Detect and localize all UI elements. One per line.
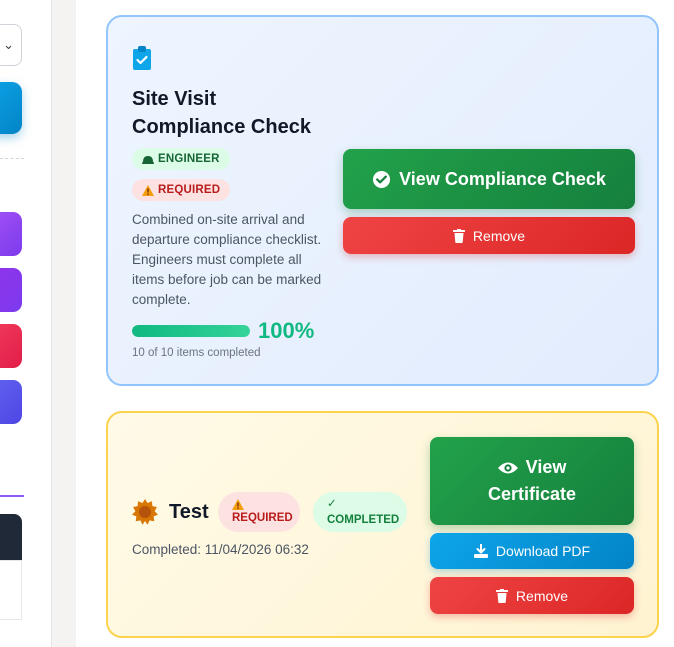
required-badge-label: REQUIRED [232,511,293,524]
download-pdf-button[interactable]: Download PDF [430,533,634,569]
card-title: Site Visit Compliance Check [132,88,311,138]
required-badge: REQUIRED [132,179,231,201]
chevron-down-icon: ⌄ [3,37,14,52]
sidebar-divider [0,495,24,497]
eye-icon [497,462,518,473]
sidebar-select[interactable]: ⌄ [0,24,22,66]
completed-timestamp: Completed: 11/04/2026 06:32 [132,542,309,557]
sidebar-tile[interactable] [0,380,22,424]
sidebar-divider [0,158,24,159]
hard-hat-icon [142,156,154,164]
gutter [52,0,76,647]
check-icon: ✓ [327,498,337,510]
view-certificate-label-line2: Certificate [487,484,577,504]
progress-summary: 10 of 10 items completed [132,347,261,359]
progress-percent: 100% [258,318,315,343]
download-pdf-label: Download PDF [495,543,591,559]
remove-button-label: Remove [472,227,526,244]
sidebar-tile[interactable] [0,324,22,368]
completed-badge-label: COMPLETED [327,514,400,526]
warning-icon [232,498,244,510]
clipboard-check-icon [133,46,151,70]
required-badge-label: REQUIRED [158,184,221,196]
remove-button[interactable]: Remove [343,217,635,254]
completed-badge: ✓ COMPLETED [313,492,407,532]
card-title: Test [169,501,209,523]
progress-bar [132,325,250,337]
remove-button-label: Remove [515,587,569,604]
sidebar-panel [0,560,22,620]
required-badge: REQUIRED [218,492,300,532]
sidebar-dark-panel[interactable] [0,514,22,560]
view-compliance-check-button[interactable]: View Compliance Check [343,149,635,209]
trash-icon [452,228,465,243]
remove-button[interactable]: Remove [430,577,634,614]
view-certificate-button[interactable]: View Certificate [430,437,634,525]
sidebar-primary-button[interactable] [0,82,22,134]
warning-icon [142,184,154,196]
engineer-badge: ENGINEER [132,148,230,170]
sidebar-tile[interactable] [0,268,22,312]
card-description: Combined on-site arrival and departure c… [132,212,322,307]
certificate-seal-icon [132,499,158,525]
compliance-check-card: Site Visit Compliance Check ENGINEER REQ… [106,15,659,386]
sidebar-tile[interactable] [0,212,22,256]
view-certificate-label-line1: View [525,457,567,477]
view-compliance-check-label: View Compliance Check [399,168,606,189]
check-circle-icon [373,170,391,188]
progress-fill [132,325,250,337]
trash-icon [495,588,508,603]
download-icon [473,544,488,558]
sidebar: ⌄ [0,0,52,647]
test-certificate-card: Test REQUIRED ✓ COMPLETED Completed: 11/… [106,411,659,638]
engineer-badge-label: ENGINEER [158,153,220,165]
